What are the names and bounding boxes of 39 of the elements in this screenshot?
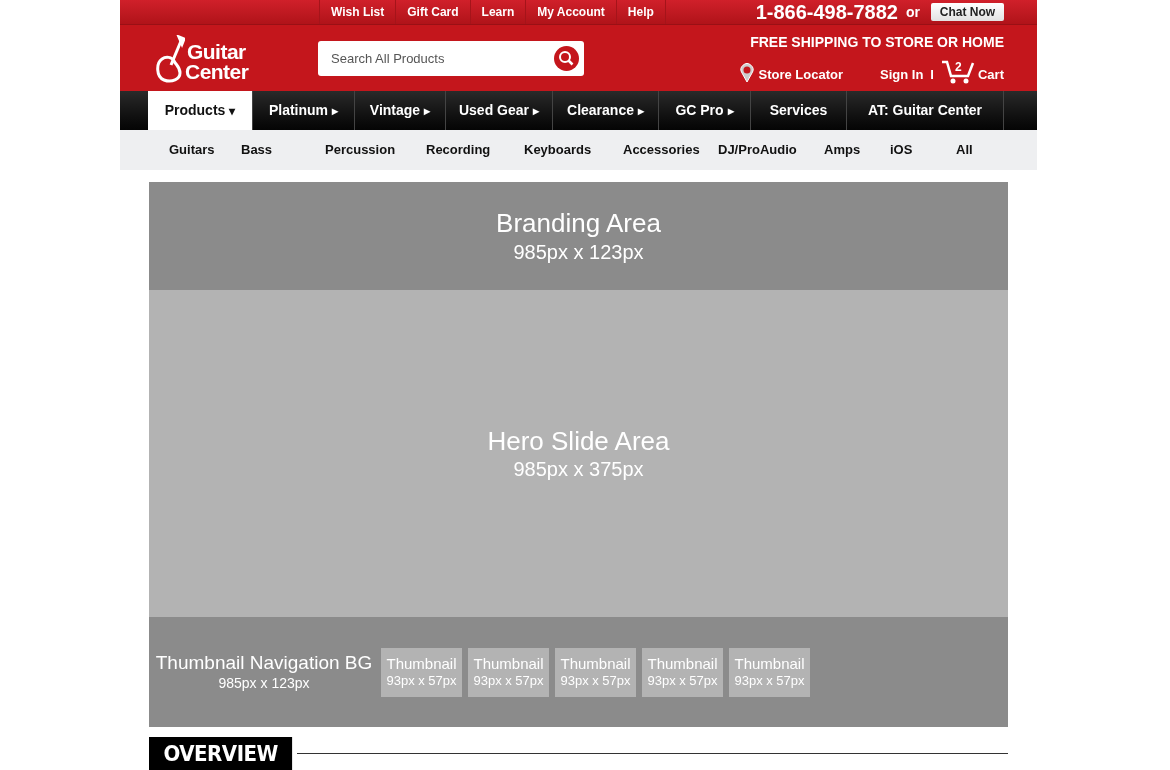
category-link[interactable]: Amps bbox=[824, 140, 890, 160]
phone-number: 1-866-498-7882 bbox=[755, 0, 898, 25]
cart-link[interactable]: Cart bbox=[978, 65, 1004, 85]
category-link[interactable]: Keyboards bbox=[524, 140, 623, 160]
category-link[interactable]: Accessories bbox=[623, 140, 718, 160]
guitar-icon bbox=[155, 34, 185, 83]
logo[interactable]: Guitar Center bbox=[155, 30, 255, 86]
logo-text: Center bbox=[185, 60, 249, 82]
logo-text: Guitar bbox=[187, 40, 246, 62]
area-title: Thumbnail Navigation BG bbox=[155, 651, 373, 676]
category-link[interactable]: Percussion bbox=[325, 140, 426, 160]
category-link[interactable]: DJ/ProAudio bbox=[718, 140, 824, 160]
section-heading: OVERVIEW bbox=[149, 737, 293, 770]
separator: I bbox=[930, 66, 934, 84]
cart-count: 2 bbox=[955, 58, 962, 76]
store-locator-link[interactable]: Store Locator bbox=[758, 65, 843, 85]
search-icon[interactable] bbox=[554, 45, 579, 71]
category-link[interactable]: Bass bbox=[241, 140, 325, 160]
top-link[interactable]: Learn bbox=[470, 0, 527, 24]
area-title: Hero Slide Area bbox=[487, 424, 670, 458]
shipping-text: FREE SHIPPING TO STORE OR HOME bbox=[750, 32, 1004, 52]
area-size: 985px x 123px bbox=[513, 239, 644, 265]
sign-in-link[interactable]: Sign In bbox=[880, 65, 924, 85]
top-link[interactable]: Help bbox=[616, 0, 666, 24]
top-link[interactable]: My Account bbox=[526, 0, 617, 24]
top-link[interactable]: Wish List bbox=[320, 0, 397, 24]
nav-tab[interactable]: Products ▾ bbox=[148, 91, 253, 130]
category-link[interactable]: Recording bbox=[426, 140, 524, 160]
area-size: 985px x 123px bbox=[218, 675, 310, 693]
chat-now-button[interactable]: Chat Now bbox=[931, 3, 1004, 21]
or-label: or bbox=[906, 2, 920, 22]
map-pin-icon bbox=[739, 62, 754, 83]
category-link[interactable]: Guitars bbox=[169, 140, 241, 160]
category-link[interactable]: All bbox=[956, 140, 1012, 160]
category-link[interactable]: iOS bbox=[890, 140, 956, 160]
search-field[interactable]: Search All Products bbox=[318, 40, 584, 76]
area-size: 985px x 375px bbox=[513, 457, 644, 483]
top-link[interactable]: Gift Card bbox=[396, 0, 471, 24]
area-title: Branding Area bbox=[496, 207, 661, 240]
